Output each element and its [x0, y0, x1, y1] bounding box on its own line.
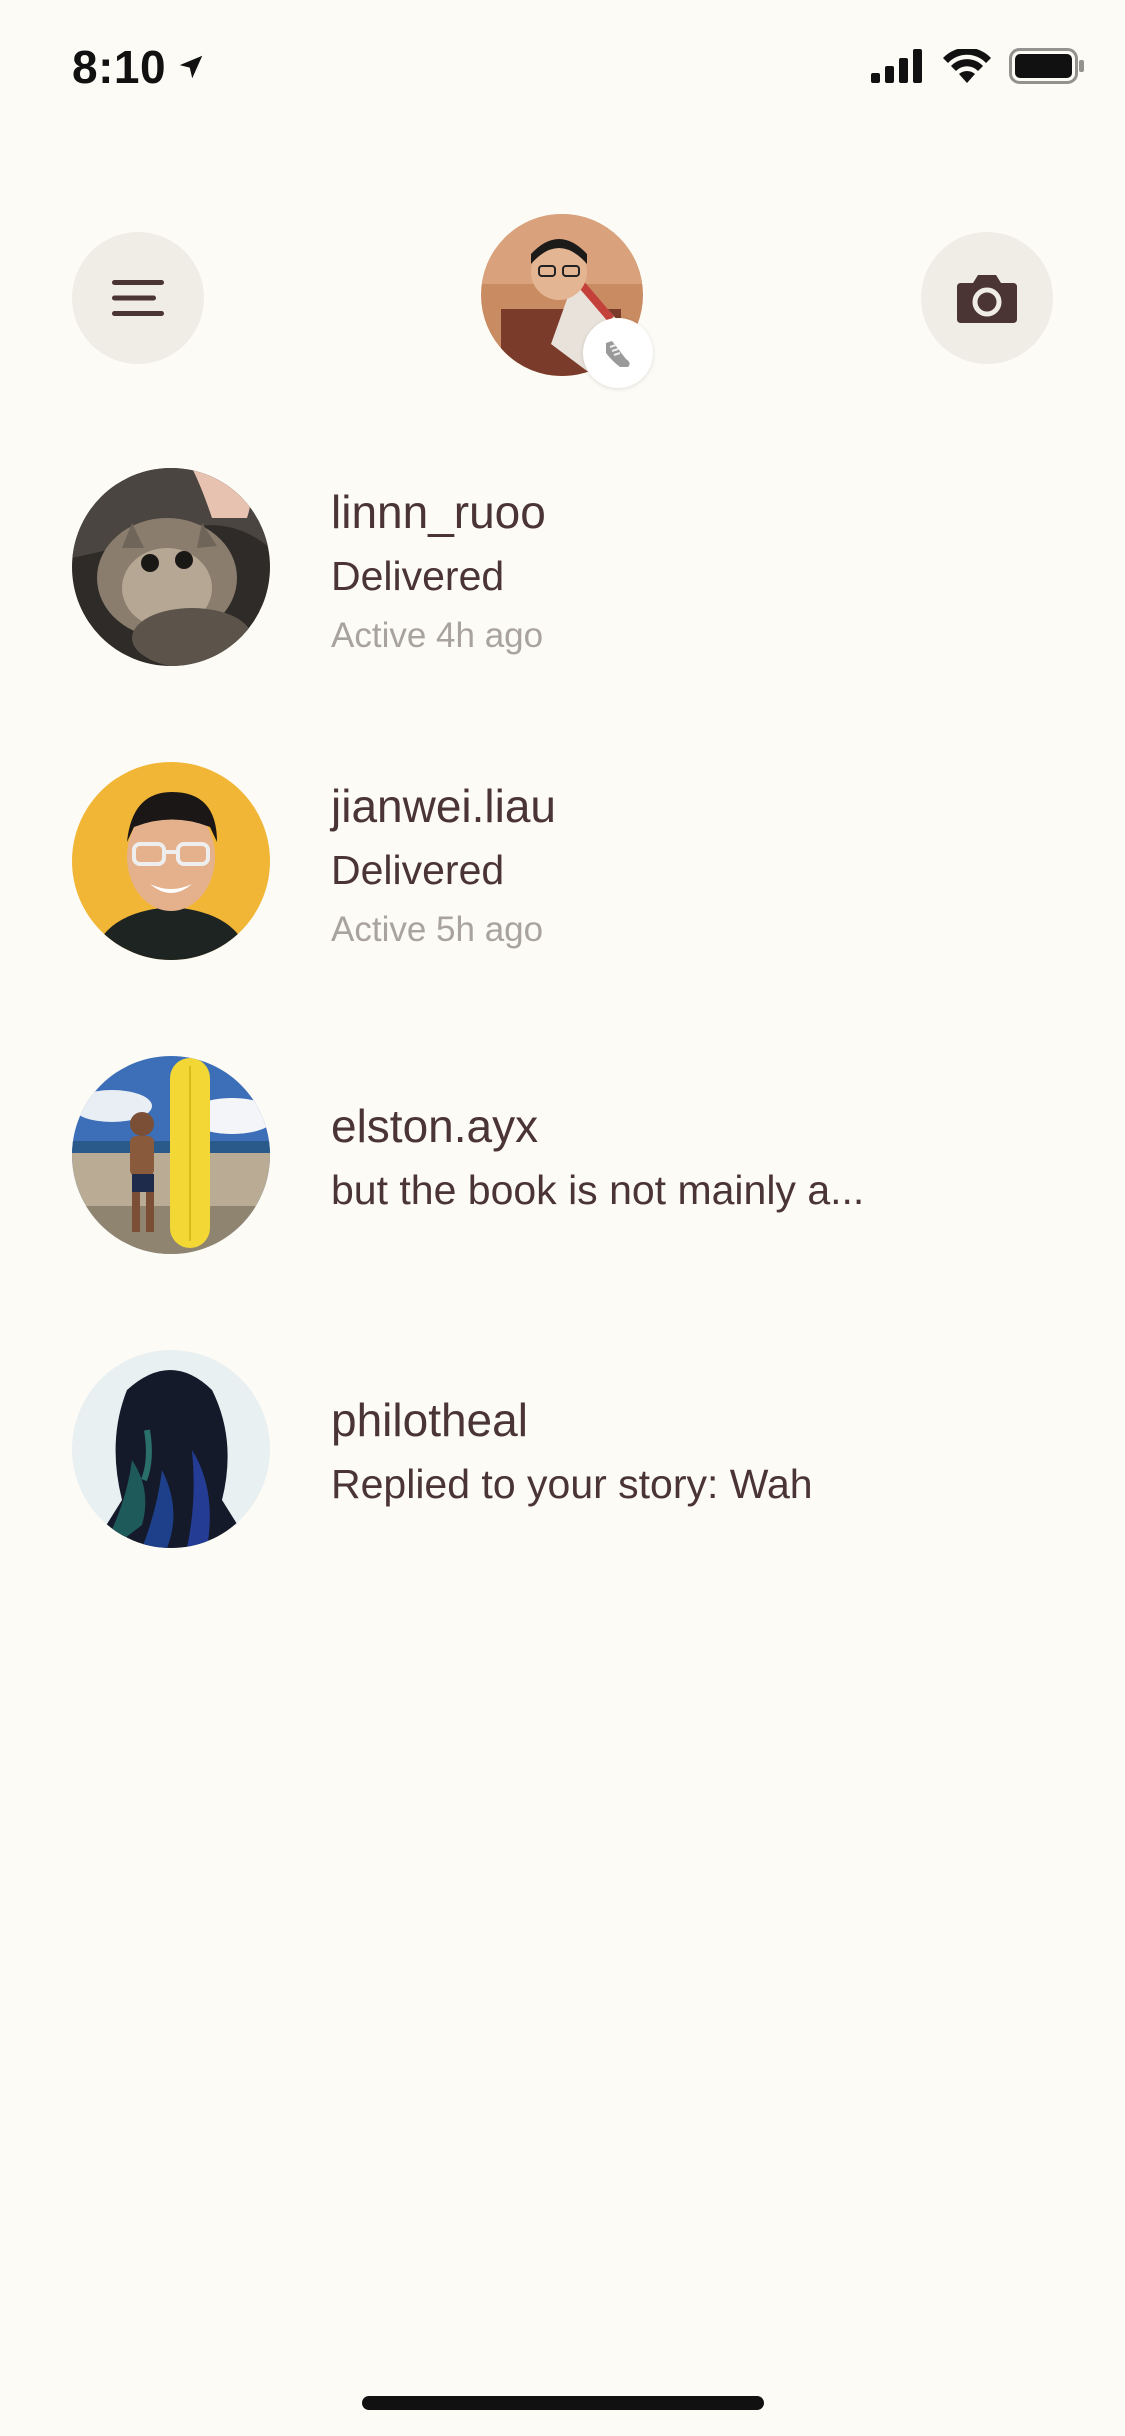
avatar-photo-hair: [72, 1350, 270, 1548]
conversation-status: but the book is not mainly a...: [331, 1167, 865, 1213]
conversation-text: jianwei.liau Delivered Active 5h ago: [331, 776, 1065, 956]
sneaker-icon: [606, 341, 630, 367]
location-arrow-icon: [179, 55, 203, 79]
conversation-row[interactable]: jianwei.liau Delivered Active 5h ago: [0, 762, 1125, 1056]
conversation-active-time: Active 4h ago: [331, 616, 544, 655]
status-time-label: 8:10: [72, 41, 167, 93]
conversation-text: elston.ayx but the book is not mainly a.…: [331, 1096, 1065, 1220]
conversation-username: philotheal: [331, 1394, 528, 1446]
home-indicator[interactable]: [362, 2396, 764, 2410]
conversation-username: jianwei.liau: [331, 780, 557, 832]
profile-badge: [583, 318, 653, 388]
conversation-status: Delivered: [331, 847, 505, 893]
conversation-text: linnn_ruoo Delivered Active 4h ago: [331, 482, 1065, 662]
camera-button[interactable]: [921, 232, 1053, 364]
avatar: [72, 468, 270, 666]
avatar-photo-beach: [72, 1056, 270, 1254]
avatar: [72, 1056, 270, 1254]
avatar-photo-cat: [72, 468, 270, 666]
status-bar: 8:10: [0, 0, 1125, 140]
conversation-username: linnn_ruoo: [331, 486, 546, 538]
avatar: [72, 1350, 270, 1548]
menu-button[interactable]: [72, 232, 204, 364]
conversation-active-time: Active 5h ago: [331, 910, 544, 949]
conversation-row[interactable]: linnn_ruoo Delivered Active 4h ago: [0, 468, 1125, 762]
battery-icon: [1009, 48, 1084, 84]
conversation-status: Delivered: [331, 553, 505, 599]
wifi-icon: [943, 49, 991, 83]
conversation-username: elston.ayx: [331, 1100, 539, 1152]
avatar-photo-man: [72, 762, 270, 960]
conversation-row[interactable]: elston.ayx but the book is not mainly a.…: [0, 1056, 1125, 1350]
avatar: [72, 762, 270, 960]
cellular-signal-icon: [871, 49, 922, 83]
status-icons: [871, 48, 1085, 84]
conversation-row[interactable]: philotheal Replied to your story: Wah: [0, 1350, 1125, 1644]
conversation-text: philotheal Replied to your story: Wah: [331, 1390, 1065, 1514]
camera-icon: [957, 275, 1017, 323]
conversation-status: Replied to your story: Wah: [331, 1461, 813, 1507]
hamburger-menu-icon: [112, 280, 164, 316]
conversation-list: linnn_ruoo Delivered Active 4h ago jianw…: [0, 468, 1125, 1644]
status-time: 8:10: [72, 40, 206, 94]
inbox-header: [0, 200, 1125, 400]
